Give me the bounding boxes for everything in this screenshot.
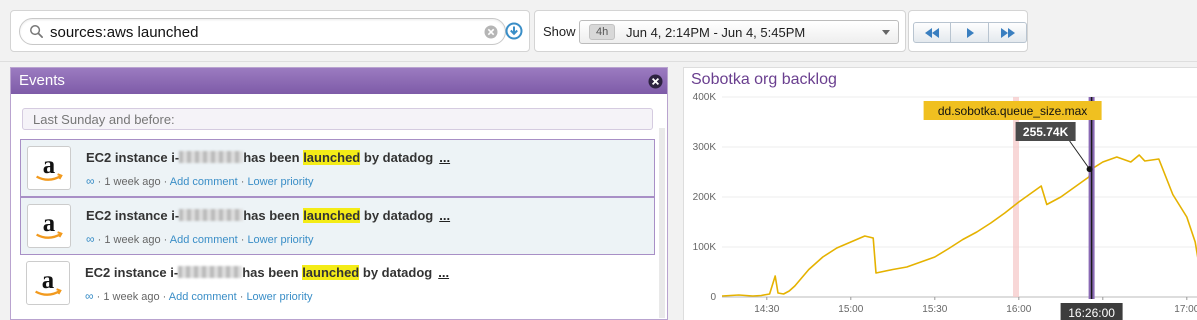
- more-link[interactable]: ...: [438, 265, 449, 280]
- event-title-suffix: by datadog: [363, 208, 434, 223]
- tooltip-metric: dd.sobotka.queue_size.max: [938, 104, 1087, 118]
- event-meta: ∞ · 1 week ago · Add comment · Lower pri…: [86, 232, 314, 246]
- x-tick-label: 14:30: [754, 304, 779, 315]
- event-meta: ∞ · 1 week ago · Add comment · Lower pri…: [85, 289, 313, 303]
- add-comment-link[interactable]: Add comment: [170, 234, 238, 246]
- event-title-mid: has been: [243, 150, 300, 165]
- timeframe-selector: Show 4h Jun 4, 2:14PM - Jun 4, 5:45PM: [534, 10, 906, 52]
- time-nav: [908, 10, 1028, 52]
- lower-priority-link[interactable]: Lower priority: [246, 291, 312, 303]
- y-tick-label: 300K: [693, 142, 717, 153]
- more-link[interactable]: ...: [439, 150, 450, 165]
- redacted-instance-id: [178, 266, 243, 278]
- events-panel: Events Last Sunday and before: a EC2 ins…: [10, 67, 668, 320]
- event-title-prefix: EC2 instance i-: [86, 150, 180, 165]
- event-title-prefix: EC2 instance i-: [86, 208, 180, 223]
- tooltip-leader: [1069, 140, 1091, 170]
- graph-panel: Sobotka org backlog 0 100K 200K 300K 400K 14:…: [683, 67, 1197, 320]
- svg-text:a: a: [43, 152, 56, 179]
- download-icon[interactable]: [505, 22, 523, 40]
- show-label: Show: [543, 24, 576, 39]
- event-title[interactable]: EC2 instance i-has been launched by data…: [85, 265, 449, 280]
- y-tick-label: 0: [710, 292, 716, 303]
- search-highlight: launched: [302, 265, 360, 280]
- event-title[interactable]: EC2 instance i-has been launched by data…: [86, 150, 450, 165]
- play-button[interactable]: [951, 22, 989, 43]
- rewind-button[interactable]: [913, 22, 951, 43]
- event-title[interactable]: EC2 instance i-has been launched by data…: [86, 208, 450, 223]
- event-title-prefix: EC2 instance i-: [85, 265, 179, 280]
- close-icon[interactable]: [648, 74, 663, 89]
- series-line: [721, 154, 1197, 297]
- event-title-mid: has been: [242, 265, 299, 280]
- clear-search-icon[interactable]: [484, 25, 498, 39]
- tooltip-value: 255.74K: [1023, 125, 1069, 139]
- add-comment-link[interactable]: Add comment: [169, 291, 237, 303]
- time-range-dropdown[interactable]: 4h Jun 4, 2:14PM - Jun 4, 5:45PM: [579, 20, 899, 44]
- permalink-icon[interactable]: ∞: [86, 232, 95, 246]
- timeseries-chart[interactable]: 0 100K 200K 300K 400K 14:30 15:00 15:30 16:00 16:…: [684, 68, 1197, 320]
- search-icon: [30, 25, 43, 38]
- redacted-instance-id: [179, 151, 244, 163]
- cursor-point: [1086, 166, 1093, 173]
- amazon-logo-icon: a: [27, 146, 71, 190]
- event-item[interactable]: a EC2 instance i-has been launched by da…: [20, 139, 655, 197]
- lower-priority-link[interactable]: Lower priority: [247, 234, 313, 246]
- svg-text:a: a: [42, 267, 55, 294]
- event-age: 1 week ago: [103, 291, 160, 303]
- search-highlight: launched: [303, 150, 361, 165]
- x-tick-label: 17:00: [1174, 304, 1197, 315]
- y-tick-label: 100K: [693, 242, 717, 253]
- event-title-mid: has been: [243, 208, 300, 223]
- time-span-badge: 4h: [589, 24, 616, 40]
- cursor-time-label: 16:26:00: [1068, 306, 1115, 320]
- toolbar: Show 4h Jun 4, 2:14PM - Jun 4, 5:45PM: [0, 0, 1197, 62]
- event-item[interactable]: a EC2 instance i-has been launched by da…: [20, 197, 655, 255]
- y-tick-label: 400K: [693, 92, 717, 103]
- lower-priority-link[interactable]: Lower priority: [247, 176, 313, 188]
- svg-text:a: a: [43, 210, 56, 237]
- events-title: Events: [19, 72, 65, 89]
- section-label: Last Sunday and before:: [22, 108, 653, 130]
- event-meta: ∞ · 1 week ago · Add comment · Lower pri…: [86, 174, 314, 188]
- event-title-suffix: by datadog: [362, 265, 433, 280]
- x-tick-label: 16:00: [1006, 304, 1031, 315]
- x-tick-label: 15:00: [838, 304, 863, 315]
- more-link[interactable]: ...: [439, 208, 450, 223]
- fast-forward-icon: [1000, 27, 1015, 38]
- add-comment-link[interactable]: Add comment: [170, 176, 238, 188]
- chevron-down-icon: [882, 30, 890, 35]
- event-item[interactable]: a EC2 instance i-has been launched by da…: [20, 255, 655, 313]
- events-header: Events: [11, 68, 667, 94]
- search-box[interactable]: [19, 18, 506, 45]
- search-input[interactable]: [50, 22, 460, 42]
- x-tick-label: 15:30: [922, 304, 947, 315]
- event-age: 1 week ago: [104, 234, 161, 246]
- amazon-logo-icon: a: [26, 261, 70, 305]
- redacted-instance-id: [179, 209, 244, 221]
- search-highlight: launched: [303, 208, 361, 223]
- event-age: 1 week ago: [104, 176, 161, 188]
- time-range-text: Jun 4, 2:14PM - Jun 4, 5:45PM: [626, 25, 806, 40]
- rewind-icon: [925, 27, 939, 38]
- event-title-suffix: by datadog: [363, 150, 434, 165]
- scrollbar[interactable]: [659, 128, 665, 318]
- y-tick-label: 200K: [693, 192, 717, 203]
- search-container: [10, 10, 530, 52]
- permalink-icon[interactable]: ∞: [85, 289, 94, 303]
- permalink-icon[interactable]: ∞: [86, 174, 95, 188]
- amazon-logo-icon: a: [27, 204, 71, 248]
- fast-forward-button[interactable]: [989, 22, 1027, 43]
- play-icon: [966, 27, 974, 38]
